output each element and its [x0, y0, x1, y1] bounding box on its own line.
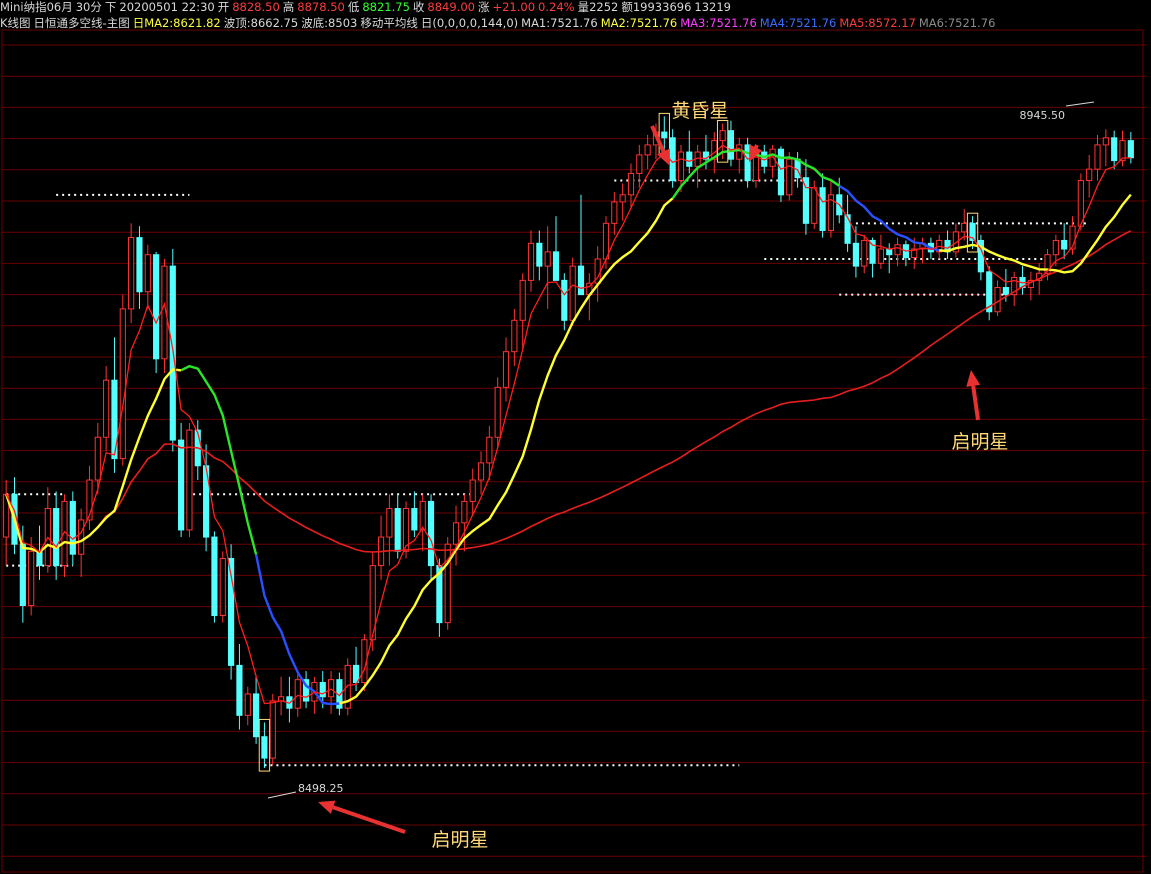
candle-body: [1102, 137, 1109, 146]
candle-body: [519, 279, 526, 321]
candle-body: [536, 242, 543, 267]
candle-body: [419, 500, 426, 531]
candle-body: [894, 244, 901, 256]
candle-body: [219, 557, 226, 616]
candle-body: [727, 130, 735, 160]
price-label-low-leader: [267, 791, 297, 799]
candle-body: [119, 308, 126, 460]
candle-body: [386, 508, 393, 538]
candle-body: [577, 265, 585, 296]
candle-body: [719, 130, 726, 142]
candle-body: [877, 248, 884, 264]
price-label-high: 8945.50: [1020, 109, 1066, 122]
candle-body: [352, 664, 360, 684]
candle-body: [327, 679, 335, 698]
candle-body: [852, 242, 859, 267]
candle-body: [186, 429, 193, 531]
candle-body: [128, 237, 135, 310]
candle-body: [1094, 144, 1101, 170]
candle-body: [627, 172, 635, 196]
arrow-evening-2-shaft: [754, 144, 759, 149]
candle-body: [494, 386, 501, 438]
candle-body: [69, 500, 76, 555]
candle-body: [153, 254, 160, 360]
candle-body: [78, 519, 85, 555]
candle-body: [477, 462, 485, 481]
candle-body: [1052, 239, 1059, 256]
candle-body: [636, 154, 643, 174]
candle-body: [561, 279, 568, 321]
candle-body: [269, 700, 276, 759]
annotations: 黄昏星启明星启明星8945.508498.25: [267, 100, 1095, 851]
candle-body: [253, 693, 260, 738]
annotation-morning-star-2: 启明星: [951, 431, 1008, 453]
candlestick-chart[interactable]: 黄昏星启明星启明星8945.508498.25: [0, 0, 1151, 874]
candle-body: [611, 201, 618, 224]
candle-body: [53, 508, 60, 567]
candle-body: [619, 194, 626, 203]
candle-body: [994, 287, 1001, 313]
candle-body: [94, 436, 101, 481]
annotation-morning-star-1: 启明星: [431, 829, 488, 851]
candle-body: [961, 222, 968, 233]
candle-body: [103, 379, 110, 438]
candle-body: [544, 251, 551, 267]
candle-body: [144, 254, 151, 293]
candle-body: [394, 508, 401, 552]
candle-body: [486, 436, 493, 464]
arrow-morning-2-shaft: [971, 385, 980, 421]
candle-body: [461, 500, 468, 524]
candle-body: [452, 522, 460, 545]
candle-body: [319, 682, 326, 698]
arrow-morning-2-head: [966, 370, 981, 387]
candle-body: [1061, 239, 1068, 250]
candle-body: [244, 693, 251, 716]
annotation-evening-star: 黄昏星: [671, 100, 728, 122]
candle-body: [502, 351, 510, 388]
candle-body: [1127, 140, 1134, 159]
candle-body: [211, 536, 218, 616]
candle-body: [844, 214, 851, 244]
candle-body: [1086, 168, 1093, 182]
candle-body: [28, 550, 35, 607]
price-label-high-leader: [1065, 101, 1095, 107]
candle-body: [427, 500, 435, 567]
candle-body: [644, 144, 651, 156]
candle-body: [677, 151, 685, 182]
arrow-morning-1-head: [318, 800, 336, 814]
candle-body: [1111, 137, 1118, 162]
candle-body: [444, 543, 451, 624]
candle-body: [1002, 287, 1009, 296]
ma-medium-line: [838, 184, 940, 252]
candle-body: [178, 439, 185, 531]
candle-body: [811, 187, 818, 224]
candle-body: [736, 144, 743, 160]
candle-body: [819, 187, 826, 231]
candle-body: [469, 479, 476, 502]
candle-body: [294, 679, 301, 709]
candle-body: [411, 508, 418, 531]
candle-body: [19, 543, 26, 607]
candle-body: [136, 237, 143, 293]
candle-body: [669, 137, 676, 182]
candle-body: [552, 251, 560, 281]
price-label-low: 8498.25: [298, 782, 344, 795]
arrow-morning-1-shaft: [332, 805, 406, 834]
candle-body: [527, 242, 535, 281]
candle-body: [886, 248, 893, 256]
candle-body: [786, 158, 793, 196]
candle-body: [661, 131, 668, 139]
ma-medium-line: [939, 193, 1132, 274]
candle-body: [511, 319, 518, 353]
candle-body: [569, 265, 576, 321]
candle-body: [236, 664, 243, 716]
candle-body: [261, 736, 268, 759]
candle-body: [686, 151, 693, 167]
candle-body: [861, 239, 868, 267]
